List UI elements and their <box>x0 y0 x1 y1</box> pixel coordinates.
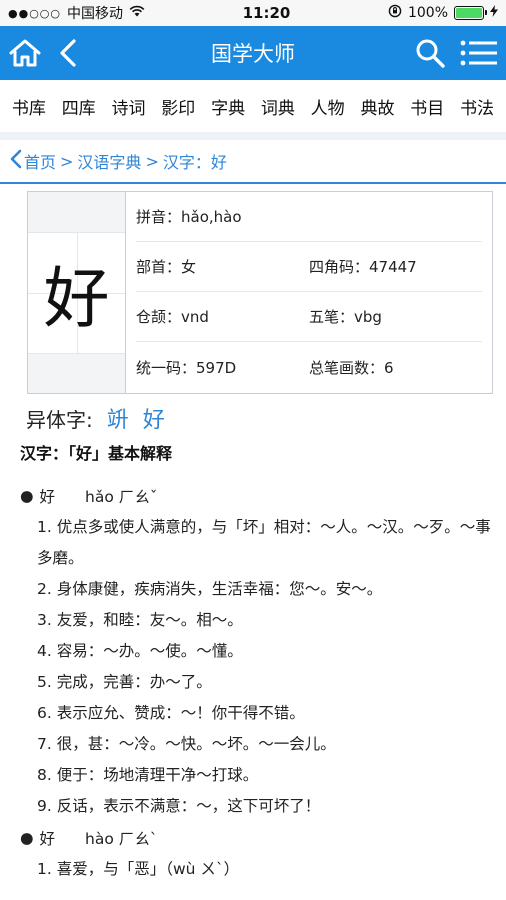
nav-left-group <box>8 38 118 68</box>
search-icon[interactable] <box>414 37 446 69</box>
unicode-value: 统一码：597D <box>136 358 237 377</box>
category-item[interactable]: 影印 <box>161 94 195 119</box>
glyph-panel: 好 <box>28 192 126 393</box>
property-row: 部首：女 四角码：47447 <box>136 242 482 292</box>
property-row: 拼音：hǎo,hào <box>136 192 482 242</box>
category-item[interactable]: 词典 <box>261 94 295 119</box>
category-item[interactable]: 典故 <box>360 94 394 119</box>
category-item[interactable]: 四库 <box>62 94 96 119</box>
menu-icon[interactable] <box>460 38 498 68</box>
variant-characters: 异体字: 竔 好 <box>26 402 165 434</box>
carrier-name: 中国移动 <box>67 6 123 22</box>
property-row: 统一码：597D 总笔画数：6 <box>136 342 482 392</box>
category-item[interactable]: 书目 <box>410 94 444 119</box>
character-glyph: 好 <box>43 259 110 337</box>
category-item[interactable]: 人物 <box>311 94 345 119</box>
battery-percent: 100% <box>407 5 448 21</box>
glyph-grid: 好 <box>28 231 125 354</box>
character-info-card: 好 拼音：hǎo,hào 部首：女 四角码：47447 仓颉：vnd 五笔：vb… <box>27 191 493 394</box>
breadcrumb-separator: > <box>60 151 74 171</box>
page-title: 国学大师 <box>211 42 295 66</box>
definition-item: 6. 表示应允、赞成：～！你干得不错。 <box>37 704 305 722</box>
category-item[interactable]: 书库 <box>12 94 46 119</box>
entry-bullet: ● <box>20 487 34 505</box>
breadcrumb: 首页 > 汉语字典 > 汉字：好 <box>0 140 506 184</box>
breadcrumb-home-link[interactable]: 首页 <box>24 149 56 173</box>
definition-item: 1. 喜爱，与「恶」（wù ㄨˋ） <box>37 860 240 878</box>
wifi-icon <box>129 5 145 21</box>
four-corner-value: 四角码：47447 <box>309 258 417 276</box>
category-bar: 书库 四库 诗词 影印 字典 词典 人物 典故 书目 书法 <box>0 80 506 132</box>
charging-icon <box>490 5 498 21</box>
definition-item: 4. 容易：～办。～使。～懂。 <box>37 642 243 660</box>
definition-item: 8. 便于：场地清理干净～打球。 <box>37 766 259 784</box>
character-properties: 拼音：hǎo,hào 部首：女 四角码：47447 仓颉：vnd 五笔：vbg … <box>126 192 492 393</box>
breadcrumb-back-icon[interactable] <box>8 149 24 173</box>
entry-heading: ● 好 hǎo ㄏㄠˇ <box>20 480 492 512</box>
wubi-value: 五笔：vbg <box>309 308 382 326</box>
radical-value: 部首：女 <box>136 258 197 276</box>
entry-char: 好 <box>39 830 56 848</box>
nav-right-group <box>388 37 498 69</box>
category-item[interactable]: 字典 <box>211 94 245 119</box>
breadcrumb-current[interactable]: 汉字：好 <box>163 149 227 173</box>
battery-fill <box>456 8 482 18</box>
entry-heading: ● 好 hào ㄏㄠˋ <box>20 822 492 854</box>
variants-label: 异体字: <box>26 407 93 432</box>
category-item[interactable]: 诗词 <box>111 94 145 119</box>
definition-item: 1. 优点多或使人满意的，与「坏」相对：～人。～汉。～歹。～事多磨。 <box>37 518 491 567</box>
breadcrumb-dict-link[interactable]: 汉语字典 <box>77 149 141 173</box>
breadcrumb-separator: > <box>145 151 159 171</box>
definition-item: 5. 完成，完善：办～了。 <box>37 673 212 691</box>
variant-link[interactable]: 好 <box>143 402 165 434</box>
section-divider <box>0 132 506 140</box>
pinyin-value: 拼音：hǎo,hào <box>136 208 242 226</box>
home-icon[interactable] <box>8 38 42 68</box>
status-left: ●●○○○ 中国移动 <box>8 3 145 23</box>
definition-item: 9. 反话，表示不满意：～，这下可坏了！ <box>37 797 321 815</box>
variant-link[interactable]: 竔 <box>107 402 129 434</box>
status-bar: ●●○○○ 中国移动 11:20 100% <box>0 0 506 26</box>
signal-strength: ●●○○○ <box>8 6 61 20</box>
top-navbar: 国学大师 <box>0 26 506 80</box>
entry-reading: hào ㄏㄠˋ <box>85 830 158 848</box>
definition-item: 2. 身体康健，疾病消失，生活幸福：您～。安～。 <box>37 580 383 598</box>
entry-char: 好 <box>39 488 56 506</box>
property-row: 仓颉：vnd 五笔：vbg <box>136 292 482 342</box>
basic-explanation-title: 汉字：「好」基本解释 <box>20 444 173 463</box>
battery-icon <box>454 6 487 20</box>
entry-bullet: ● <box>20 829 34 847</box>
status-time: 11:20 <box>242 4 291 22</box>
cangjie-value: 仓颉：vnd <box>136 308 209 326</box>
definition-item: 3. 友爱，和睦：友～。相～。 <box>37 611 243 629</box>
definition-item: 7. 很，甚：～冷。～快。～坏。～一会儿。 <box>37 735 336 753</box>
category-item[interactable]: 书法 <box>460 94 494 119</box>
definitions: ● 好 hǎo ㄏㄠˇ 1. 优点多或使人满意的，与「坏」相对：～人。～汉。～歹… <box>20 480 492 885</box>
entry-reading: hǎo ㄏㄠˇ <box>85 488 158 506</box>
orientation-lock-icon <box>388 4 402 22</box>
status-right: 100% <box>388 4 498 22</box>
back-icon[interactable] <box>58 38 78 68</box>
strokes-value: 总笔画数：6 <box>309 358 394 377</box>
